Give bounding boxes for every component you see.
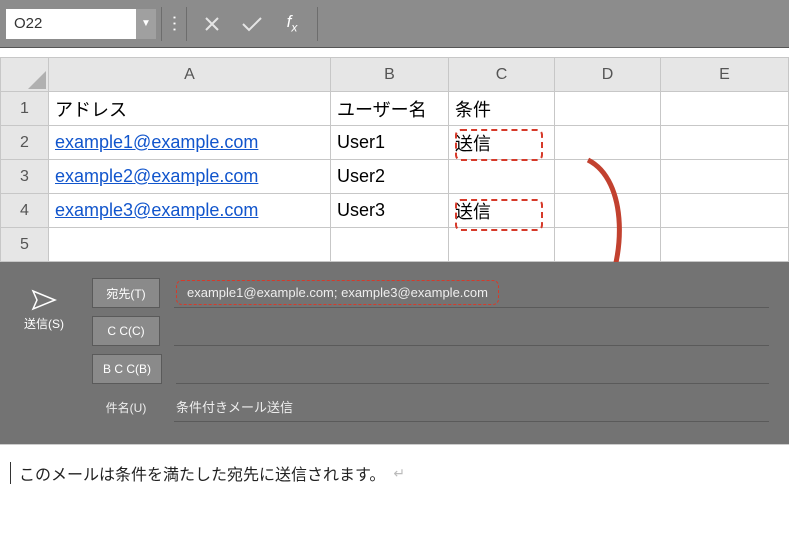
cc-button[interactable]: C C(C) [92, 316, 160, 346]
mail-body[interactable]: このメールは条件を満たした宛先に送信されます。 ↵ [0, 444, 789, 501]
name-box[interactable] [6, 9, 136, 39]
send-label: 送信(S) [24, 315, 64, 332]
spreadsheet: A B C D E 1 アドレス ユーザー名 条件 2 example1@exa… [0, 48, 789, 262]
more-icon[interactable]: ⋯ [164, 17, 185, 31]
cc-field[interactable] [174, 316, 769, 346]
cell[interactable] [661, 160, 789, 194]
cell[interactable]: User3 [331, 194, 449, 228]
cell[interactable]: アドレス [49, 92, 331, 126]
insert-function-button[interactable]: fx [272, 4, 312, 44]
email-link[interactable]: example3@example.com [55, 200, 258, 220]
cell[interactable]: User1 [331, 126, 449, 160]
row-header[interactable]: 5 [1, 228, 49, 262]
subject-label: 件名(U) [92, 399, 160, 416]
check-icon [241, 15, 263, 33]
subject-field[interactable]: 条件付きメール送信 [174, 392, 769, 422]
cell[interactable] [449, 228, 555, 262]
cell[interactable]: User2 [331, 160, 449, 194]
cell[interactable]: 送信 [449, 126, 555, 160]
paragraph-mark-icon: ↵ [393, 465, 405, 482]
col-header-c[interactable]: C [449, 58, 555, 92]
select-all-corner[interactable] [1, 58, 49, 92]
cell[interactable]: example2@example.com [49, 160, 331, 194]
bcc-field[interactable] [176, 354, 769, 384]
cell[interactable] [449, 160, 555, 194]
cell[interactable]: 送信 [449, 194, 555, 228]
col-header-e[interactable]: E [661, 58, 789, 92]
row-header[interactable]: 2 [1, 126, 49, 160]
cell[interactable] [555, 126, 661, 160]
bcc-button[interactable]: B C C(B) [92, 354, 162, 384]
cell[interactable] [331, 228, 449, 262]
cell[interactable] [661, 92, 789, 126]
text-cursor [10, 462, 11, 484]
fx-icon: fx [287, 13, 298, 33]
cell[interactable]: 条件 [449, 92, 555, 126]
cell[interactable]: example1@example.com [49, 126, 331, 160]
to-value: example1@example.com; example3@example.c… [176, 280, 499, 305]
mail-compose-panel: 送信(S) 宛先(T) example1@example.com; exampl… [0, 262, 789, 444]
cell[interactable] [555, 92, 661, 126]
cancel-formula-button[interactable] [192, 4, 232, 44]
cell[interactable] [661, 126, 789, 160]
email-link[interactable]: example1@example.com [55, 132, 258, 152]
col-header-d[interactable]: D [555, 58, 661, 92]
name-box-dropdown[interactable]: ▼ [136, 9, 156, 39]
to-field[interactable]: example1@example.com; example3@example.c… [174, 278, 769, 308]
body-text-content: このメールは条件を満たした宛先に送信されます。 [19, 461, 385, 485]
cell[interactable]: ユーザー名 [331, 92, 449, 126]
accept-formula-button[interactable] [232, 4, 272, 44]
cell[interactable] [49, 228, 331, 262]
col-header-a[interactable]: A [49, 58, 331, 92]
row-header[interactable]: 1 [1, 92, 49, 126]
formula-bar: ▼ ⋯ fx [0, 0, 789, 48]
cell[interactable] [661, 228, 789, 262]
row-header[interactable]: 4 [1, 194, 49, 228]
col-header-b[interactable]: B [331, 58, 449, 92]
send-icon [31, 289, 57, 311]
to-button[interactable]: 宛先(T) [92, 278, 160, 308]
row-header[interactable]: 3 [1, 160, 49, 194]
send-button[interactable]: 送信(S) [12, 278, 76, 342]
cell[interactable]: example3@example.com [49, 194, 331, 228]
cell[interactable] [661, 194, 789, 228]
x-icon [203, 15, 221, 33]
formula-input[interactable] [323, 9, 783, 39]
email-link[interactable]: example2@example.com [55, 166, 258, 186]
